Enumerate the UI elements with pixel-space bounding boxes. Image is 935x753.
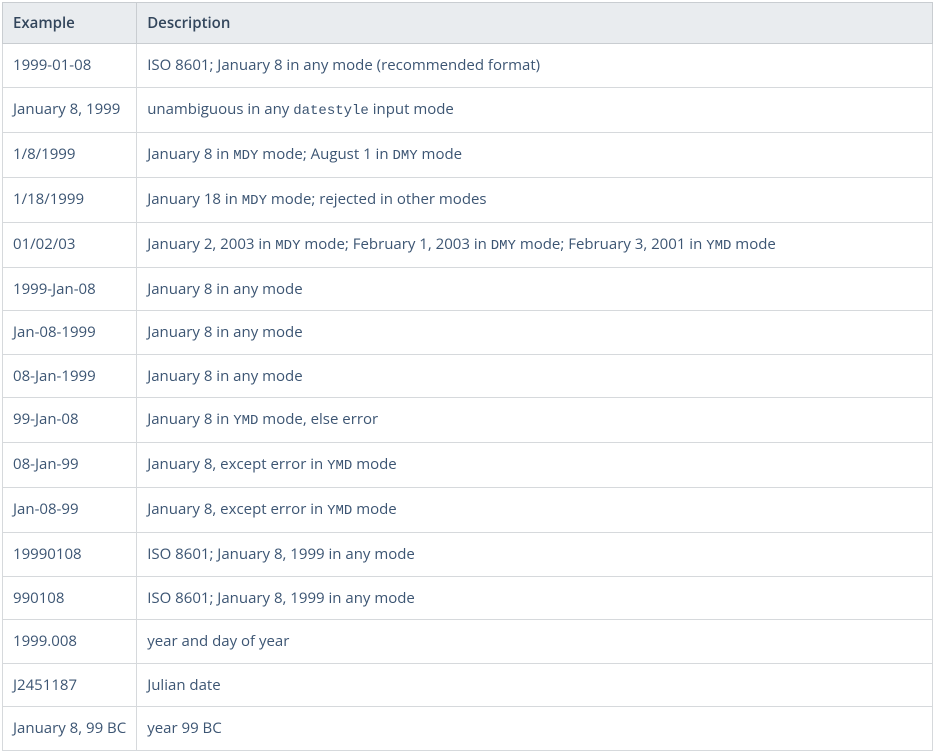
cell-description: unambiguous in any datestyle input mode — [137, 87, 933, 132]
cell-description: ISO 8601; January 8 in any mode (recomme… — [137, 44, 933, 88]
text-segment: year and day of year — [147, 631, 289, 651]
table-row: 1999-01-08 ISO 8601; January 8 in any mod… — [3, 44, 933, 88]
header-example: Example — [3, 3, 137, 44]
text-segment: ISO 8601; January 8, 1999 in any mode — [147, 544, 415, 564]
code-literal: YMD — [327, 458, 352, 474]
table-row: 19990108 ISO 8601; January 8, 1999 in any… — [3, 533, 933, 577]
text-segment: mode — [731, 234, 775, 254]
text-segment: mode; rejected in other modes — [267, 189, 487, 209]
text-segment: January 8 in any mode — [147, 279, 302, 299]
cell-example: 08-Jan-1999 — [3, 354, 137, 398]
code-literal: YMD — [233, 413, 258, 429]
header-description: Description — [137, 3, 933, 44]
text-segment: January 8 in — [147, 144, 233, 164]
cell-example: 990108 — [3, 576, 137, 620]
text-segment: mode, else error — [258, 409, 378, 429]
text-segment: ISO 8601; January 8 in any mode (recomme… — [147, 55, 540, 75]
date-input-table: Example Description 1999-01-08 ISO 8601; … — [2, 2, 933, 751]
cell-description: January 8, except error in YMD mode — [137, 488, 933, 533]
cell-example: 1999-01-08 — [3, 44, 137, 88]
code-literal: YMD — [327, 503, 352, 519]
cell-description: year and day of year — [137, 620, 933, 664]
cell-example: January 8, 1999 — [3, 87, 137, 132]
cell-description: ISO 8601; January 8, 1999 in any mode — [137, 533, 933, 577]
cell-description: January 2, 2003 in MDY mode; February 1,… — [137, 222, 933, 267]
cell-description: January 8, except error in YMD mode — [137, 443, 933, 488]
text-segment: January 8 in any mode — [147, 322, 302, 342]
cell-example: 99-Jan-08 — [3, 398, 137, 443]
code-literal: datestyle — [293, 103, 369, 119]
text-segment: mode — [352, 454, 396, 474]
cell-description: January 18 in MDY mode; rejected in othe… — [137, 177, 933, 222]
text-segment: ISO 8601; January 8, 1999 in any mode — [147, 588, 415, 608]
table-row: 1/8/1999January 8 in MDY mode; August 1 … — [3, 132, 933, 177]
cell-description: January 8 in YMD mode, else error — [137, 398, 933, 443]
text-segment: input mode — [369, 99, 454, 119]
cell-example: 1999.008 — [3, 620, 137, 664]
cell-description: January 8 in any mode — [137, 354, 933, 398]
text-segment: Julian date — [147, 675, 221, 695]
table-row: 1/18/1999January 18 in MDY mode; rejecte… — [3, 177, 933, 222]
cell-example: 19990108 — [3, 533, 137, 577]
table-row: 08-Jan-1999 January 8 in any mode — [3, 354, 933, 398]
table-row: January 8, 99 BC year 99 BC — [3, 707, 933, 751]
text-segment: January 8 in any mode — [147, 366, 302, 386]
code-literal: DMY — [392, 148, 417, 164]
text-segment: January 8, except error in — [147, 454, 327, 474]
cell-description: year 99 BC — [137, 707, 933, 751]
text-segment: mode — [352, 499, 396, 519]
text-segment: mode — [418, 144, 462, 164]
cell-description: ISO 8601; January 8, 1999 in any mode — [137, 576, 933, 620]
code-literal: MDY — [233, 148, 258, 164]
text-segment: year 99 BC — [147, 718, 222, 738]
text-segment: January 8, except error in — [147, 499, 327, 519]
table-row: 08-Jan-99January 8, except error in YMD … — [3, 443, 933, 488]
cell-description: Julian date — [137, 663, 933, 707]
cell-example: Jan-08-99 — [3, 488, 137, 533]
cell-description: January 8 in MDY mode; August 1 in DMY m… — [137, 132, 933, 177]
table-row: J2451187 Julian date — [3, 663, 933, 707]
text-segment: January 18 in — [147, 189, 242, 209]
text-segment: mode; August 1 in — [258, 144, 392, 164]
table-row: 990108 ISO 8601; January 8, 1999 in any m… — [3, 576, 933, 620]
table-row: January 8, 1999unambiguous in any datest… — [3, 87, 933, 132]
table-row: Jan-08-99January 8, except error in YMD … — [3, 488, 933, 533]
cell-example: January 8, 99 BC — [3, 707, 137, 751]
table-row: 99-Jan-08January 8 in YMD mode, else err… — [3, 398, 933, 443]
text-segment: January 2, 2003 in — [147, 234, 275, 254]
cell-example: 1999-Jan-08 — [3, 267, 137, 311]
table-row: 01/02/03January 2, 2003 in MDY mode; Feb… — [3, 222, 933, 267]
cell-example: J2451187 — [3, 663, 137, 707]
cell-description: January 8 in any mode — [137, 311, 933, 355]
table-row: 1999.008 year and day of year — [3, 620, 933, 664]
cell-example: 1/8/1999 — [3, 132, 137, 177]
code-literal: MDY — [275, 238, 300, 254]
code-literal: MDY — [242, 193, 267, 209]
cell-example: Jan-08-1999 — [3, 311, 137, 355]
cell-example: 08-Jan-99 — [3, 443, 137, 488]
text-segment: mode; February 3, 2001 in — [516, 234, 706, 254]
table-row: 1999-Jan-08 January 8 in any mode — [3, 267, 933, 311]
cell-example: 1/18/1999 — [3, 177, 137, 222]
cell-example: 01/02/03 — [3, 222, 137, 267]
cell-description: January 8 in any mode — [137, 267, 933, 311]
text-segment: unambiguous in any — [147, 99, 293, 119]
code-literal: YMD — [706, 238, 731, 254]
text-segment: January 8 in — [147, 409, 233, 429]
table-row: Jan-08-1999 January 8 in any mode — [3, 311, 933, 355]
code-literal: DMY — [491, 238, 516, 254]
table-header-row: Example Description — [3, 3, 933, 44]
text-segment: mode; February 1, 2003 in — [301, 234, 491, 254]
